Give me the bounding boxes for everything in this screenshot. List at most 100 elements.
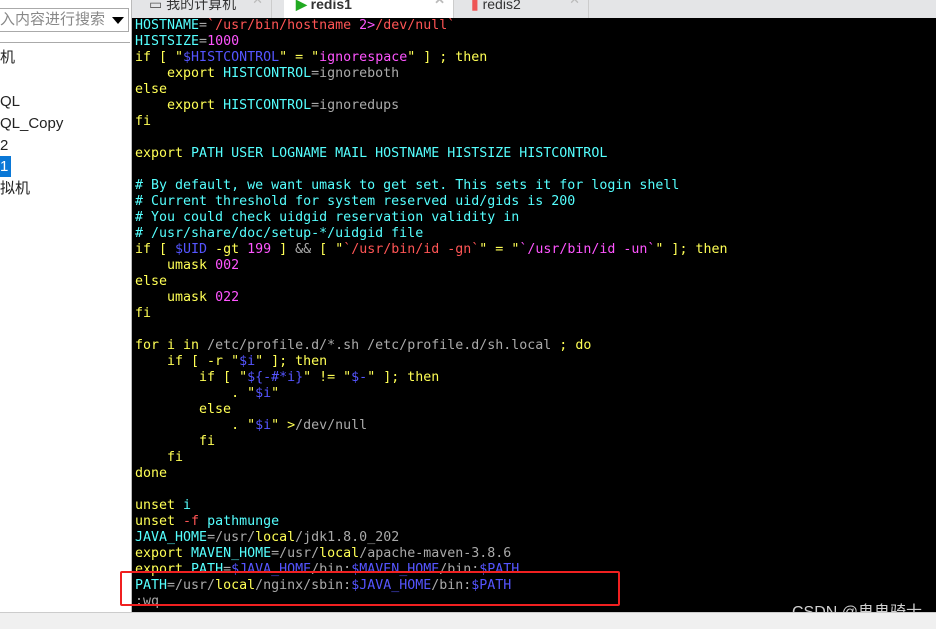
code-token: = [199, 34, 208, 49]
terminal-line: if [ -r "$i" ]; then [135, 354, 727, 370]
terminal-line: if [ "$HISTCONTROL" = "ignorespace" ] ; … [135, 50, 727, 66]
tab-我的计算机[interactable]: ▭ 我的计算机 ✕ [137, 0, 272, 18]
code-token: # By default, we want umask to get set. … [135, 178, 680, 193]
terminal-icon: ▶ [296, 0, 311, 12]
code-token: ] [271, 242, 296, 257]
tab-bar: ▭ 我的计算机 ✕ ▶ redis1 ✕ ▮ redis2 ✕ [131, 0, 936, 18]
code-token: # /usr/share/doc/setup-*/uidgid file [135, 226, 424, 241]
dropdown-arrow-icon[interactable] [112, 17, 124, 24]
code-token: fi [135, 434, 216, 449]
code-token: 2> [359, 18, 376, 33]
code-token: " ] ; then [407, 50, 488, 65]
code-token: export [135, 98, 224, 113]
code-token: export [135, 146, 192, 161]
code-token: export [135, 66, 224, 81]
code-token: MAVEN_HOME [191, 546, 272, 561]
terminal-line: export PATH USER LOGNAME MAIL HOSTNAME H… [135, 146, 727, 162]
code-token: && [295, 242, 312, 257]
close-icon[interactable]: ✕ [252, 0, 263, 6]
terminal-line: else [135, 402, 727, 418]
terminal-line: done [135, 466, 727, 482]
code-token: /dev/null` [375, 18, 456, 33]
code-token: . " [135, 418, 256, 433]
terminal-line: unset -f pathmunge [135, 514, 727, 530]
tab-redis2[interactable]: ▮ redis2 ✕ [459, 0, 589, 18]
code-token: $- [351, 370, 368, 385]
terminal-line: # Current threshold for system reserved … [135, 194, 727, 210]
terminal-line: export HISTCONTROL=ignoreboth [135, 66, 727, 82]
terminal-line: unset i [135, 498, 727, 514]
terminal-line: # /usr/share/doc/setup-*/uidgid file [135, 226, 727, 242]
tab-label: redis2 [482, 0, 521, 12]
code-token: if [ " [135, 370, 248, 385]
sidebar: 入内容进行搜索 机 QL QL_Copy 2 1 拟机 [0, 0, 132, 612]
code-token: ignorespace [319, 50, 408, 65]
close-icon[interactable]: ✕ [434, 0, 445, 6]
code-token: PATH USER LOGNAME MAIL HOSTNAME HISTSIZE… [191, 146, 608, 161]
code-token: for i in [135, 338, 208, 353]
tree-item[interactable]: 2 [0, 135, 8, 156]
code-token: HISTCONTROL [223, 66, 312, 81]
code-token: # Current threshold for system reserved … [135, 194, 576, 209]
code-token: " ]; then [255, 354, 328, 369]
terminal-line: . "$i" >/dev/null [135, 418, 727, 434]
session-tree: 机 QL QL_Copy 2 1 拟机 [0, 42, 130, 197]
code-token: HISTCONTROL [223, 98, 312, 113]
code-token: $i [255, 418, 272, 433]
terminal-line: else [135, 82, 727, 98]
code-token: ; do [551, 338, 592, 353]
code-token: umask [135, 258, 216, 273]
code-token: =/usr/ [207, 530, 256, 545]
computer-icon: ▭ [149, 0, 167, 12]
code-token: " = " [279, 50, 320, 65]
code-token: $i [255, 386, 272, 401]
code-token: " > [271, 418, 296, 433]
code-token: fi [135, 114, 152, 129]
highlight-box [120, 571, 620, 606]
search-input[interactable]: 入内容进行搜索 [0, 8, 129, 32]
tree-item[interactable]: QL_Copy [0, 113, 63, 134]
code-token: unset [135, 514, 184, 529]
tab-label: redis1 [310, 0, 352, 12]
code-token: $HISTCONTROL [183, 50, 280, 65]
code-token: if [ [135, 242, 176, 257]
code-token: =ignoredups [311, 98, 400, 113]
terminal-line: umask 002 [135, 258, 727, 274]
code-token: =/usr/ [271, 546, 320, 561]
code-token: " != " [303, 370, 352, 385]
code-token: `/usr/bin/id -un` [519, 242, 656, 257]
terminal-line: fi [135, 114, 727, 130]
tree-item[interactable]: 1 [0, 156, 12, 177]
search-placeholder: 入内容进行搜索 [0, 11, 106, 28]
code-token: " = " [479, 242, 520, 257]
code-token: if [ " [135, 50, 184, 65]
code-token: else [135, 402, 232, 417]
terminal-line: else [135, 274, 727, 290]
tree-item[interactable]: 机 [0, 47, 15, 68]
code-token: /jdk1.8.0_202 [295, 530, 400, 545]
code-token: pathmunge [199, 514, 280, 529]
code-token: 002 [215, 258, 240, 273]
code-token: 022 [215, 290, 240, 305]
code-token: JAVA_HOME [135, 530, 208, 545]
tree-item[interactable]: 拟机 [0, 178, 30, 199]
code-token: HISTSIZE [135, 34, 200, 49]
tab-label: 我的计算机 [166, 0, 237, 12]
code-token: else [135, 274, 168, 289]
terminal-line: fi [135, 306, 727, 322]
terminal-line: # You could check uidgid reservation val… [135, 210, 727, 226]
terminal[interactable]: HOSTNAME=`/usr/bin/hostname 2>/dev/null`… [132, 18, 936, 612]
terminal-line: JAVA_HOME=/usr/local/jdk1.8.0_202 [135, 530, 727, 546]
code-token: `/usr/bin/id -gn` [343, 242, 480, 257]
tree-item[interactable]: QL [0, 91, 20, 112]
close-icon[interactable]: ✕ [569, 0, 580, 6]
terminal-line: for i in /etc/profile.d/*.sh /etc/profil… [135, 338, 727, 354]
code-token: i [183, 498, 192, 513]
code-token: umask [135, 290, 216, 305]
code-token: /etc/profile.d/*.sh /etc/profile.d/sh.lo… [207, 338, 552, 353]
tab-redis1[interactable]: ▶ redis1 ✕ [284, 0, 454, 18]
